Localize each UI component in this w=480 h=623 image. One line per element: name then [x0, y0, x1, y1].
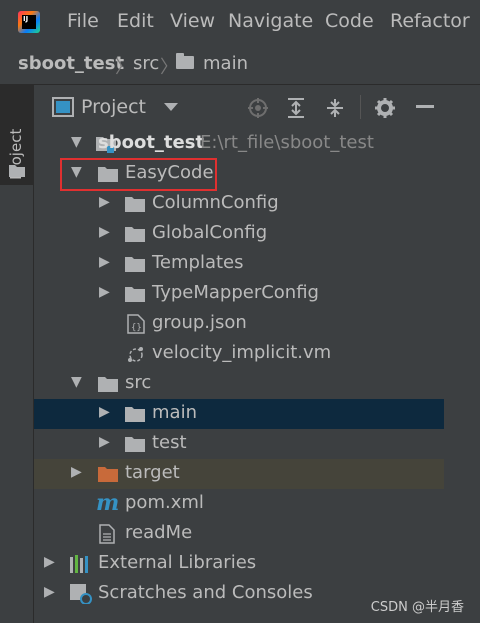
- svg-text:{}: {}: [131, 323, 142, 333]
- breadcrumb-main[interactable]: main: [203, 53, 248, 74]
- folder-label: target: [125, 462, 180, 483]
- folder-icon: [9, 165, 25, 177]
- chevron-right-icon[interactable]: ▶: [71, 464, 82, 480]
- gear-icon[interactable]: [375, 98, 395, 118]
- watermark: CSDN @半月香: [370, 600, 464, 615]
- tree-row-velocity[interactable]: velocity_implicit.vm: [34, 339, 444, 369]
- file-label: group.json: [152, 312, 247, 333]
- tool-window-strip: Project: [0, 85, 34, 623]
- folder-label: main: [152, 402, 197, 423]
- collapse-all-icon[interactable]: [326, 98, 344, 118]
- tree-row-external-libraries[interactable]: ▶ External Libraries: [34, 549, 444, 579]
- project-view-title[interactable]: Project: [81, 96, 146, 118]
- folder-icon: [125, 257, 145, 272]
- folder-icon: [125, 197, 145, 212]
- maven-icon: m: [96, 490, 120, 516]
- locate-icon[interactable]: [248, 98, 268, 118]
- tree-row-root[interactable]: ▼ sboot_test E:\rt_file\sboot_test: [34, 129, 444, 159]
- divider: [360, 95, 361, 119]
- menu-edit[interactable]: Edit: [117, 10, 154, 32]
- chevron-right-icon[interactable]: ▶: [99, 434, 110, 450]
- file-label: velocity_implicit.vm: [152, 342, 332, 363]
- chevron-right-icon[interactable]: ▶: [99, 254, 110, 270]
- folder-icon: [125, 227, 145, 242]
- highlight-box: [60, 158, 217, 191]
- folder-label: test: [152, 432, 187, 453]
- breadcrumb: sboot_test 〉 src 〉 main: [0, 44, 480, 85]
- folder-icon: [125, 437, 145, 452]
- scratches-label: Scratches and Consoles: [98, 582, 313, 603]
- excluded-folder-icon: [98, 467, 118, 482]
- tree-row-main-selected[interactable]: ▶ main: [34, 399, 444, 429]
- tree-row-pom[interactable]: m pom.xml: [34, 489, 444, 519]
- menu-navigate[interactable]: Navigate: [228, 10, 313, 32]
- menu-refactor[interactable]: Refactor: [390, 10, 470, 32]
- scratches-icon: [70, 584, 92, 604]
- velocity-file-icon: [128, 347, 143, 362]
- chevron-right-icon[interactable]: ▶: [99, 194, 110, 210]
- folder-label: ColumnConfig: [152, 192, 279, 213]
- folder-label: TypeMapperConfig: [152, 282, 319, 303]
- tree-row-typemapperconfig[interactable]: ▶ TypeMapperConfig: [34, 279, 444, 309]
- folder-label: GlobalConfig: [152, 222, 268, 243]
- tree-row-group-json[interactable]: {} group.json: [34, 309, 444, 339]
- library-icon: [70, 555, 88, 573]
- folder-label: src: [125, 372, 152, 393]
- menu-view[interactable]: View: [170, 10, 215, 32]
- folder-label: Templates: [152, 252, 244, 273]
- chevron-right-icon[interactable]: ▶: [44, 584, 55, 600]
- right-gutter: [444, 85, 480, 623]
- tree-row-globalconfig[interactable]: ▶ GlobalConfig: [34, 219, 444, 249]
- dropdown-arrow-icon[interactable]: [164, 103, 178, 112]
- folder-icon: [98, 377, 118, 392]
- project-view-icon: [52, 97, 74, 117]
- tree-row-readme[interactable]: readMe: [34, 519, 444, 549]
- folder-icon: [125, 287, 145, 302]
- hide-panel-icon[interactable]: [416, 105, 434, 109]
- chevron-down-icon[interactable]: ▼: [71, 134, 82, 150]
- chevron-right-icon[interactable]: ▶: [99, 224, 110, 240]
- breadcrumb-src[interactable]: src: [133, 53, 159, 74]
- json-file-icon: {}: [127, 314, 145, 334]
- menu-bar: IJ File Edit View Navigate Code Refactor: [0, 0, 480, 44]
- tree-row-target[interactable]: ▶ target: [34, 459, 444, 489]
- tree-row-test[interactable]: ▶ test: [34, 429, 444, 459]
- tree-row-src[interactable]: ▼ src: [34, 369, 444, 399]
- project-panel-header: Project: [34, 85, 444, 129]
- chevron-right-icon[interactable]: ▶: [44, 554, 55, 570]
- menu-file[interactable]: File: [67, 10, 99, 32]
- intellij-logo-icon[interactable]: IJ: [18, 11, 40, 33]
- chevron-right-icon[interactable]: ▶: [99, 284, 110, 300]
- tree-row-templates[interactable]: ▶ Templates: [34, 249, 444, 279]
- external-libraries-label: External Libraries: [98, 552, 257, 573]
- file-label: pom.xml: [125, 492, 204, 513]
- text-file-icon: [99, 524, 115, 544]
- menu-code[interactable]: Code: [325, 10, 374, 32]
- root-project-name: sboot_test: [98, 132, 205, 153]
- breadcrumb-separator: 〉: [115, 57, 133, 78]
- root-project-path: E:\rt_file\sboot_test: [200, 132, 374, 153]
- tree-row-columnconfig[interactable]: ▶ ColumnConfig: [34, 189, 444, 219]
- folder-icon: [176, 53, 194, 69]
- expand-all-icon[interactable]: [287, 98, 305, 118]
- breadcrumb-project[interactable]: sboot_test: [18, 53, 124, 74]
- chevron-right-icon[interactable]: ▶: [99, 404, 110, 420]
- file-label: readMe: [125, 522, 193, 543]
- project-tool-tab[interactable]: Project: [0, 85, 33, 185]
- chevron-down-icon[interactable]: ▼: [71, 374, 82, 390]
- folder-icon: [125, 407, 145, 422]
